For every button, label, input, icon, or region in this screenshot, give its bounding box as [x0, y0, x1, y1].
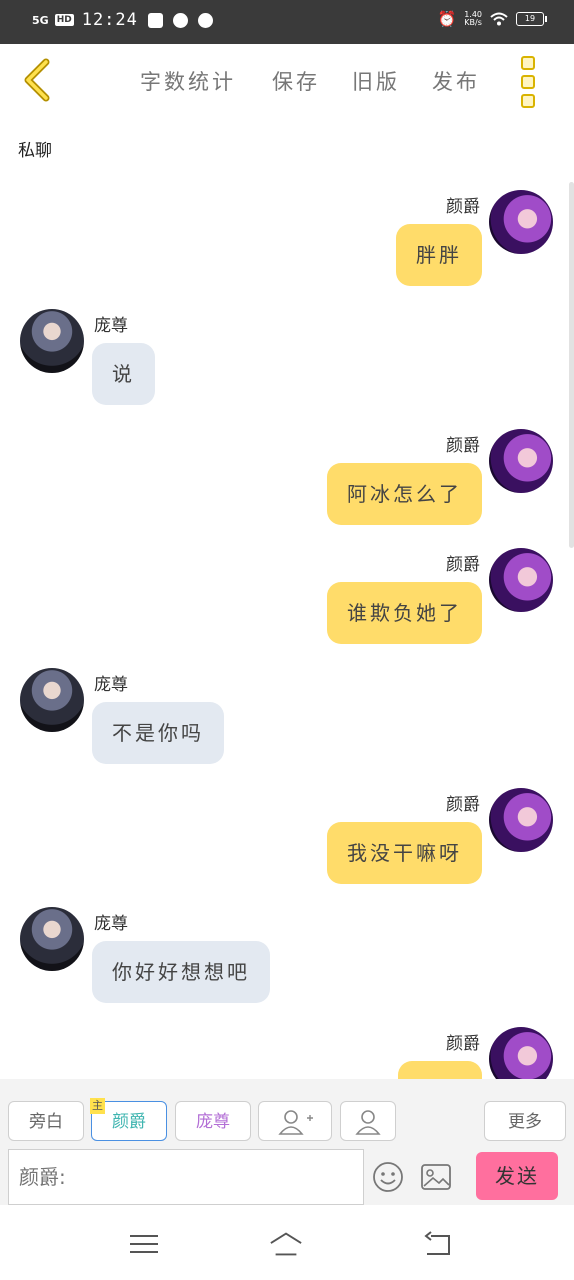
navigation-bar [0, 1205, 574, 1280]
message-bubble[interactable]: 胖胖 [396, 224, 482, 286]
add-role-button[interactable] [258, 1101, 332, 1141]
role-narration-button[interactable]: 旁白 [8, 1101, 84, 1141]
top-toolbar: 字数统计 保存 旧版 发布 [0, 44, 574, 116]
avatar[interactable] [20, 309, 84, 373]
status-right: ⏰ 1.40 KB/s 19 [437, 10, 547, 28]
emoji-icon[interactable] [372, 1161, 404, 1193]
message-input[interactable] [8, 1149, 364, 1205]
sender-name: 颜爵 [446, 197, 480, 217]
avatar[interactable] [489, 1027, 553, 1079]
main-role-badge: 主 [90, 1098, 105, 1114]
cat-app-icon [197, 12, 213, 28]
compass-app-icon [172, 12, 188, 28]
message-bubble[interactable]: 不是你吗 [92, 702, 224, 764]
avatar[interactable] [489, 190, 553, 254]
more-menu-button[interactable] [518, 56, 538, 108]
select-role-button[interactable] [340, 1101, 396, 1141]
back-icon[interactable] [421, 1229, 455, 1259]
back-arrow-icon[interactable] [18, 58, 58, 102]
sender-name: 颜爵 [446, 555, 480, 575]
avatar[interactable] [20, 668, 84, 732]
word-count-button[interactable]: 字数统计 [140, 66, 236, 96]
message-bubble[interactable] [398, 1061, 482, 1079]
menu-dot-icon [521, 56, 535, 70]
compose-panel: 旁白 主 颜爵 庞尊 更多 发送 [0, 1079, 574, 1205]
message-bubble[interactable]: 我没干嘛呀 [327, 822, 482, 884]
role-yanjue-button[interactable]: 主 颜爵 [90, 1098, 167, 1141]
hd-indicator: HD [54, 14, 74, 26]
network-speed: 1.40 KB/s [464, 11, 482, 27]
message-bubble[interactable]: 说 [92, 343, 155, 405]
avatar[interactable] [489, 548, 553, 612]
avatar[interactable] [489, 429, 553, 493]
clock: 12:24 [81, 10, 138, 30]
chat-scrollbar[interactable] [569, 182, 574, 548]
sender-name: 颜爵 [446, 436, 480, 456]
publish-button[interactable]: 发布 [432, 66, 480, 96]
network-indicator: 5G [32, 13, 49, 27]
old-version-button[interactable]: 旧版 [352, 66, 400, 96]
chat-area[interactable]: 颜爵 胖胖 庞尊 说 颜爵 阿冰怎么了 颜爵 谁欺负她了 庞尊 不是你吗 颜爵 … [0, 176, 574, 1079]
sender-name: 颜爵 [446, 795, 480, 815]
home-icon[interactable] [269, 1229, 303, 1259]
role-label: 颜爵 [112, 1112, 146, 1132]
avatar[interactable] [489, 788, 553, 852]
message-bubble[interactable]: 谁欺负她了 [327, 582, 482, 644]
menu-dot-icon [521, 94, 535, 108]
sender-name: 庞尊 [94, 914, 128, 934]
alarm-icon: ⏰ [437, 10, 457, 28]
sender-name: 庞尊 [94, 316, 128, 336]
add-user-icon [278, 1110, 313, 1135]
sender-name: 颜爵 [446, 1034, 480, 1054]
user-icon [355, 1110, 381, 1135]
image-icon[interactable] [420, 1163, 452, 1191]
status-bar: 5G HD 12:24 ⏰ 1.40 KB/s 19 [0, 0, 574, 44]
notification-app-icon [147, 12, 163, 28]
send-button[interactable]: 发送 [476, 1152, 558, 1200]
message-bubble[interactable]: 你好好想想吧 [92, 941, 270, 1003]
chat-type-label: 私聊 [18, 141, 52, 161]
sender-name: 庞尊 [94, 675, 128, 695]
message-bubble[interactable]: 阿冰怎么了 [327, 463, 482, 525]
speed-unit: KB/s [464, 18, 482, 27]
menu-icon[interactable] [127, 1229, 161, 1259]
role-pangzun-button[interactable]: 庞尊 [175, 1101, 251, 1141]
wifi-icon [490, 12, 508, 26]
menu-dot-icon [521, 75, 535, 89]
status-left: 5G HD 12:24 [32, 10, 213, 30]
save-button[interactable]: 保存 [272, 66, 320, 96]
battery-indicator: 19 [516, 12, 547, 26]
more-button[interactable]: 更多 [484, 1101, 566, 1141]
avatar[interactable] [20, 907, 84, 971]
